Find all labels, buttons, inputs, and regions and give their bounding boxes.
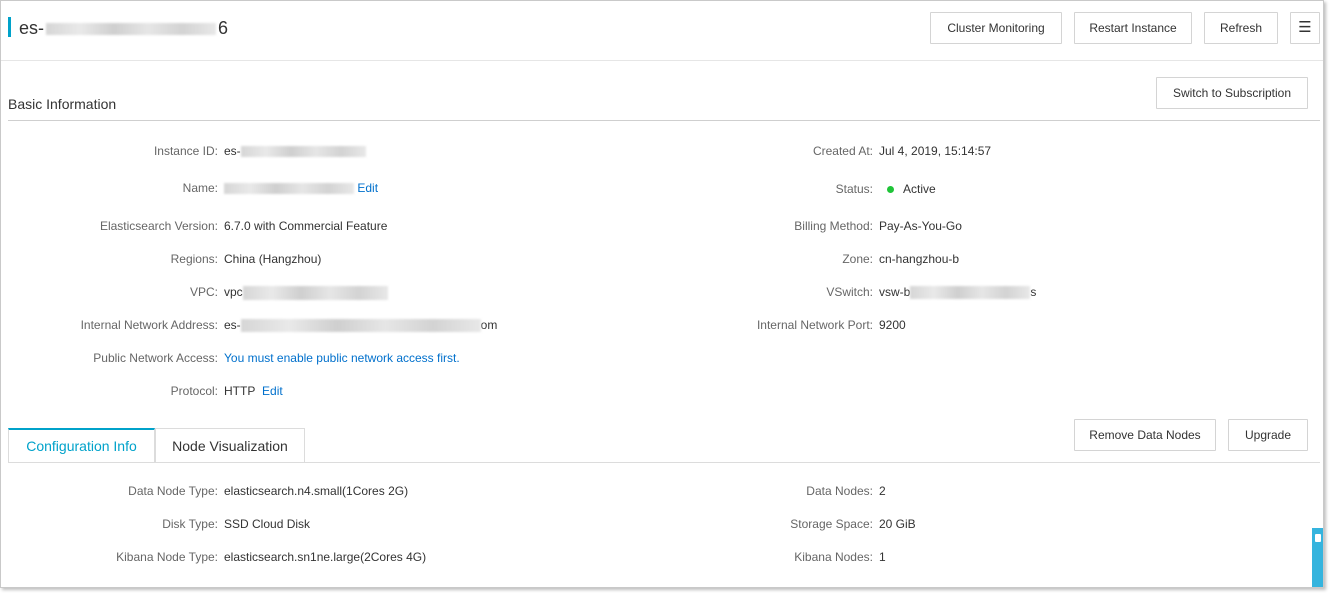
name-label: Name: — [182, 181, 218, 195]
page-header: es- 6 Cluster Monitoring Restart Instance… — [1, 1, 1323, 61]
status-label: Status: — [835, 182, 873, 196]
vswitch-value: vsw-b s — [879, 285, 1037, 300]
redacted-value — [240, 319, 481, 333]
public-access-label: Public Network Access: — [93, 351, 218, 365]
menu-icon[interactable]: ☰ — [1290, 12, 1320, 44]
edit-protocol-link[interactable]: Edit — [262, 384, 283, 398]
billing-label: Billing Method: — [794, 219, 873, 233]
kibana-node-type-value: elasticsearch.sn1ne.large(2Cores 4G) — [224, 550, 427, 564]
chat-icon — [1315, 534, 1321, 542]
status-active-dot — [887, 186, 894, 193]
es-version-label: Elasticsearch Version: — [99, 219, 218, 233]
redacted-value — [224, 183, 354, 195]
tab-configuration-info[interactable]: Configuration Info — [8, 428, 155, 463]
kibana-nodes-value: 1 — [879, 550, 886, 564]
protocol-label: Protocol: — [170, 384, 218, 398]
data-node-type-label: Data Node Type: — [128, 484, 218, 498]
refresh-button[interactable]: Refresh — [1204, 12, 1278, 44]
storage-space-value: 20 GiB — [879, 517, 916, 531]
status-value: Active — [887, 181, 936, 197]
internal-address-value: es-om — [224, 318, 498, 333]
data-nodes-label: Data Nodes: — [806, 484, 873, 498]
billing-value: Pay-As-You-Go — [879, 219, 962, 233]
remove-data-nodes-button[interactable]: Remove Data Nodes — [1074, 419, 1216, 451]
edit-name-link[interactable]: Edit — [357, 181, 378, 195]
data-node-type-value: elasticsearch.n4.small(1Cores 2G) — [224, 484, 409, 498]
zone-value: cn-hangzhou-b — [879, 252, 960, 266]
basic-info-title: Basic Information — [8, 96, 117, 112]
kibana-nodes-label: Kibana Nodes: — [794, 550, 873, 564]
switch-to-subscription-button[interactable]: Switch to Subscription — [1156, 77, 1308, 109]
created-at-value: Jul 4, 2019, 15:14:57 — [879, 144, 992, 158]
name-value: Edit — [224, 180, 378, 196]
internal-port-label: Internal Network Port: — [756, 318, 873, 332]
redacted-value — [240, 146, 366, 158]
instance-title: es- 6 — [19, 17, 228, 39]
instance-id-label: Instance ID: — [153, 144, 218, 158]
upgrade-button[interactable]: Upgrade — [1228, 419, 1308, 451]
enable-public-access-link[interactable]: You must enable public network access fi… — [224, 350, 460, 366]
title-accent-bar — [8, 17, 11, 37]
title-suffix: 6 — [218, 18, 229, 38]
instance-detail-page: es- 6 Cluster Monitoring Restart Instance… — [0, 0, 1324, 588]
created-at-label: Created At: — [812, 144, 873, 158]
es-version-value: 6.7.0 with Commercial Feature — [224, 219, 388, 233]
kibana-node-type-label: Kibana Node Type: — [116, 550, 218, 564]
vpc-label: VPC: — [189, 285, 218, 299]
internal-address-label: Internal Network Address: — [80, 318, 218, 332]
redacted-value — [910, 286, 1031, 300]
redacted-value — [242, 285, 388, 300]
tab-divider — [8, 462, 1320, 463]
title-prefix: es- — [19, 18, 45, 38]
data-nodes-value: 2 — [879, 484, 886, 498]
regions-label: Regions: — [170, 252, 218, 266]
instance-id-value: es- — [224, 143, 366, 159]
regions-value: China (Hangzhou) — [224, 252, 322, 266]
cluster-monitoring-button[interactable]: Cluster Monitoring — [930, 12, 1062, 44]
disk-type-value: SSD Cloud Disk — [224, 517, 311, 531]
tab-node-visualization[interactable]: Node Visualization — [155, 428, 305, 463]
vswitch-label: VSwitch: — [826, 285, 873, 299]
floating-help-widget[interactable] — [1312, 528, 1323, 587]
section-divider — [8, 120, 1320, 121]
zone-label: Zone: — [842, 252, 873, 266]
redacted-instance-name — [46, 23, 217, 36]
vpc-value: vpc — [224, 284, 388, 300]
protocol-value: HTTP Edit — [224, 384, 283, 398]
internal-port-value: 9200 — [879, 318, 906, 332]
restart-instance-button[interactable]: Restart Instance — [1074, 12, 1192, 44]
storage-space-label: Storage Space: — [790, 517, 873, 531]
disk-type-label: Disk Type: — [162, 517, 218, 531]
